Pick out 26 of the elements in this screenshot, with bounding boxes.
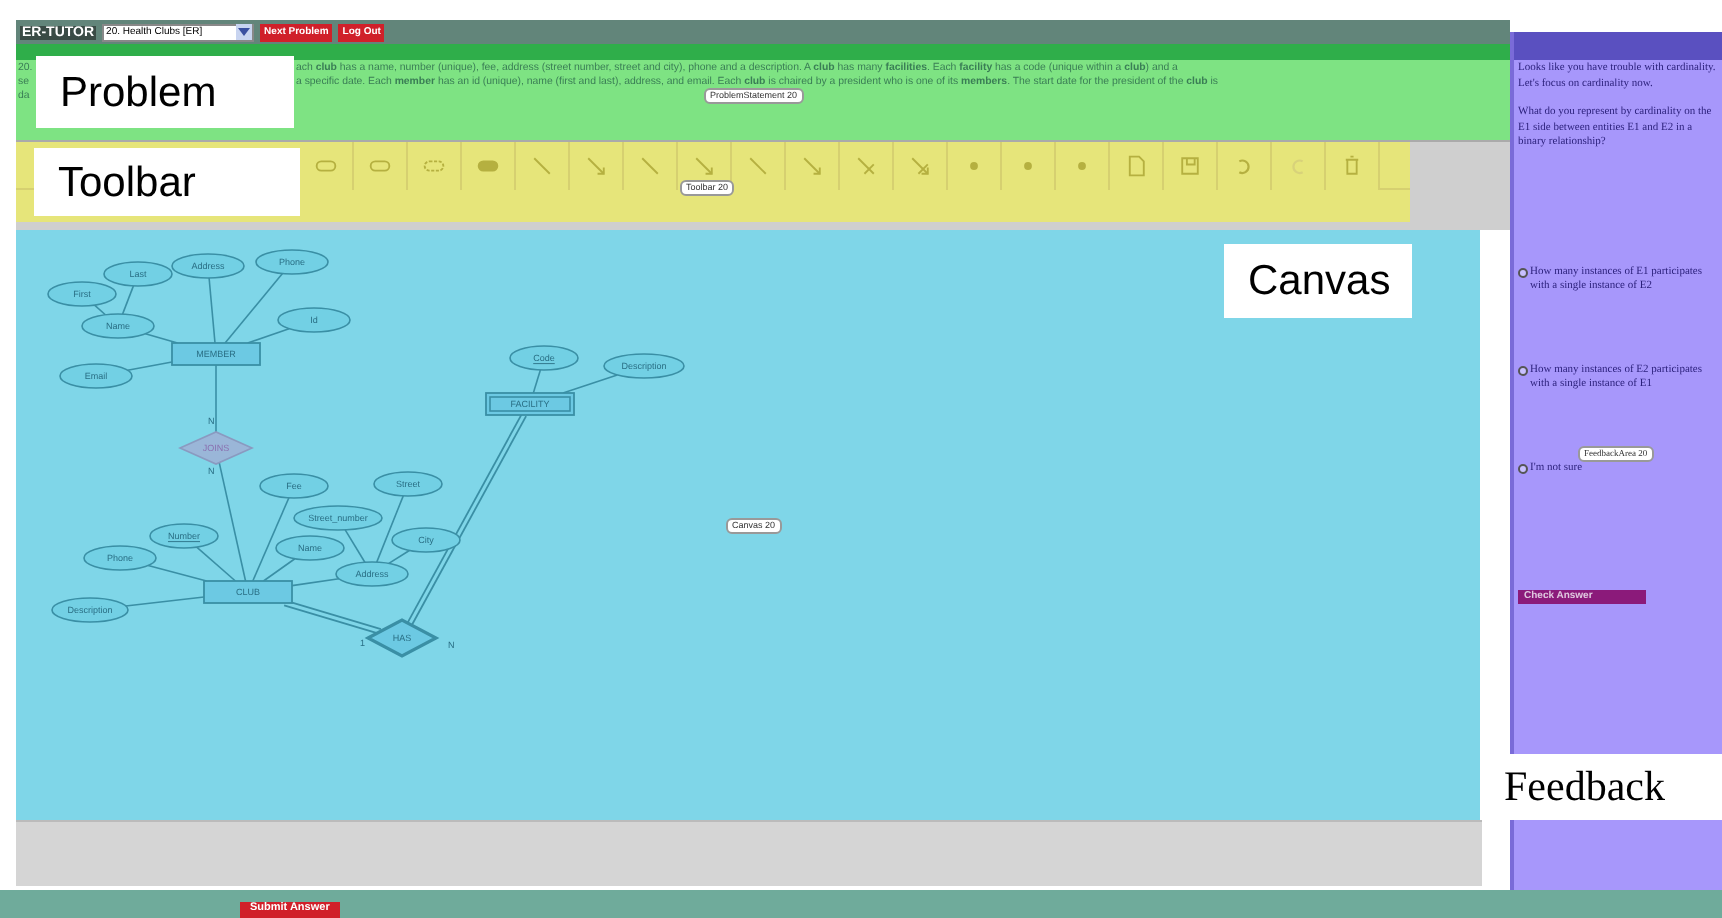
line-tool-icon (636, 152, 664, 180)
radio-button[interactable] (1518, 366, 1528, 376)
line-tool-icon (690, 152, 718, 180)
line-tool-icon (582, 152, 610, 180)
connector-line (124, 596, 205, 607)
caret-icon (236, 24, 253, 40)
radio-button[interactable] (1518, 268, 1528, 278)
line-tool-icon (528, 152, 556, 180)
section-label: Canvas (1224, 244, 1412, 318)
connector-line (562, 374, 619, 394)
connector-line (126, 361, 173, 372)
connector-line (215, 364, 217, 433)
line-tool-icon (744, 152, 772, 180)
connector-line (208, 277, 216, 344)
connector-line (121, 285, 135, 315)
line-tool-icon (852, 152, 880, 180)
connector-line (144, 333, 179, 344)
connector-line (532, 369, 542, 394)
section-label: Problem (36, 56, 294, 128)
connector-line (283, 599, 382, 635)
line-tool-icon (906, 152, 934, 180)
section-label: Toolbar (34, 148, 300, 216)
radio-button[interactable] (1518, 464, 1528, 474)
connector-line (344, 529, 366, 564)
save-icon (1176, 152, 1204, 180)
line-tool-icon (798, 152, 826, 180)
